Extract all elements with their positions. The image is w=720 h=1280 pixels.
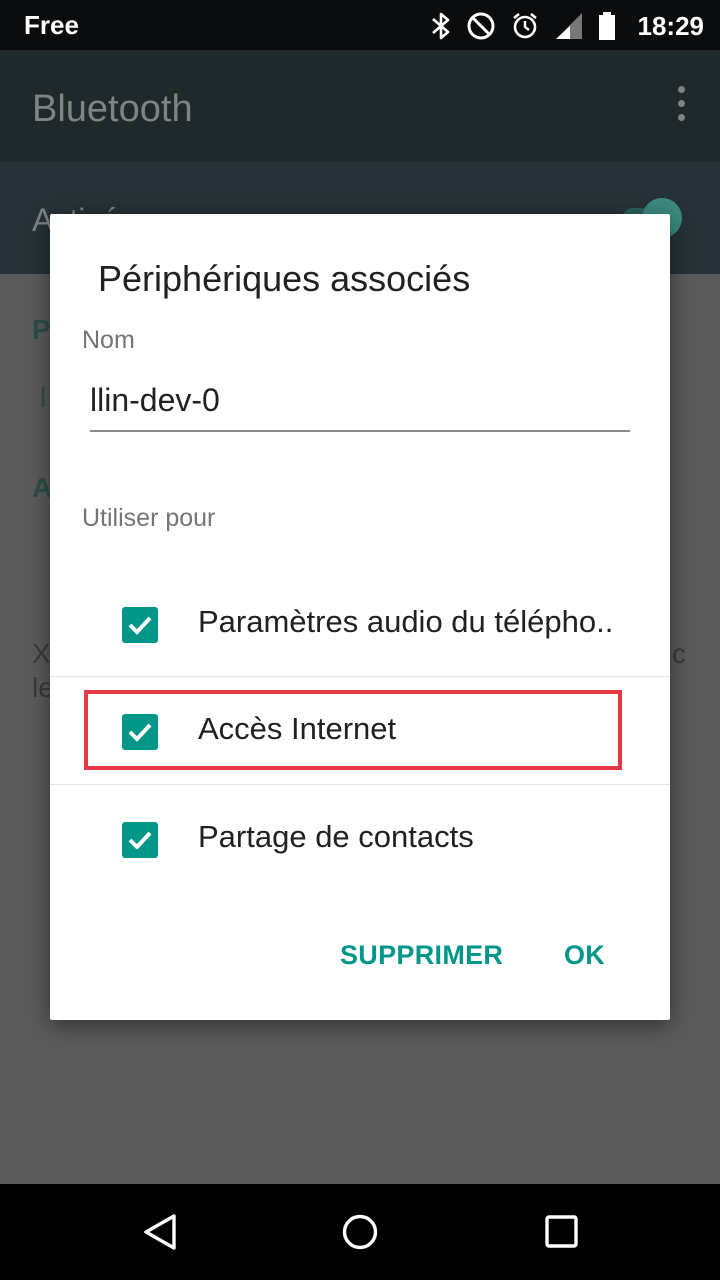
option-label: Partage de contacts (198, 819, 474, 854)
bg-fragment: P (32, 314, 51, 345)
more-options-icon[interactable] (678, 86, 686, 128)
back-icon[interactable] (140, 1212, 180, 1257)
option-contact-sharing[interactable]: Partage de contacts (50, 785, 670, 891)
paired-device-dialog: Périphériques associés Nom llin-dev-0 Ut… (50, 214, 670, 1020)
bluetooth-icon (430, 11, 452, 41)
signal-icon (554, 11, 584, 41)
navigation-bar (0, 1184, 720, 1280)
bg-fragment: X (32, 638, 51, 669)
carrier-name: Free (24, 10, 79, 40)
bg-fragment: c (672, 638, 686, 669)
device-name-input[interactable]: llin-dev-0 (90, 382, 630, 432)
do-not-disturb-icon (466, 11, 496, 41)
option-phone-audio[interactable]: Paramètres audio du télépho.. (50, 570, 670, 676)
ok-button[interactable]: OK (564, 940, 605, 971)
delete-button[interactable]: SUPPRIMER (340, 940, 503, 971)
option-label: Paramètres audio du télépho.. (198, 604, 614, 639)
alarm-icon (510, 11, 540, 41)
checkbox-checked-icon[interactable] (122, 822, 158, 858)
clock: 18:29 (637, 10, 705, 41)
checkbox-checked-icon[interactable] (122, 607, 158, 643)
name-label: Nom (82, 326, 135, 354)
app-title: Bluetooth (32, 88, 193, 130)
battery-icon (598, 11, 616, 41)
home-icon[interactable] (340, 1212, 380, 1257)
highlight-box (84, 690, 622, 770)
app-bar: Bluetooth (0, 50, 720, 162)
dialog-title: Périphériques associés (98, 258, 471, 299)
bg-fragment: l (40, 382, 47, 413)
status-bar: Free 18:29 (0, 0, 720, 50)
use-for-label: Utiliser pour (82, 504, 216, 532)
recents-icon[interactable] (542, 1212, 582, 1257)
